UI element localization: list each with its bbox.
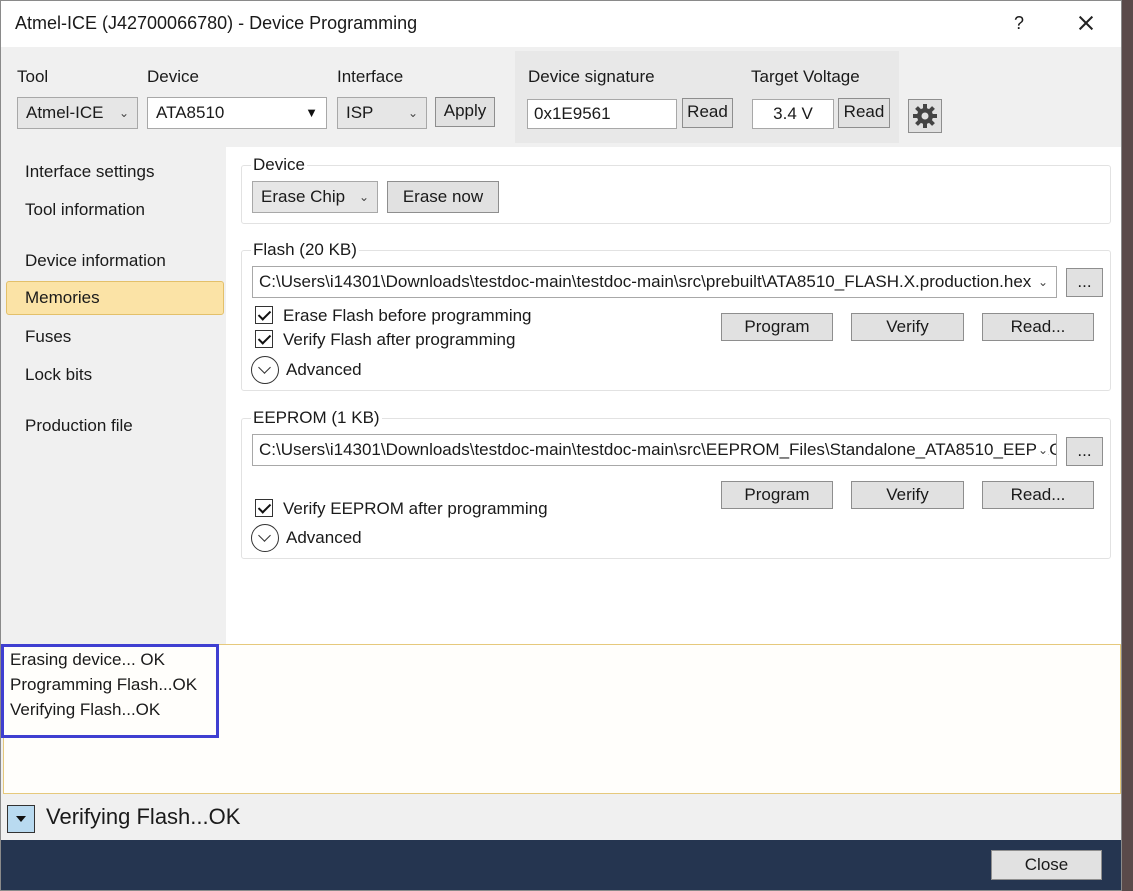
title-bar: Atmel-ICE (J42700066780) - Device Progra… [1, 1, 1121, 47]
chevron-down-icon: ⌄ [1037, 435, 1048, 465]
erase-flash-label: Erase Flash before programming [283, 306, 532, 325]
verify-flash-checkbox[interactable] [255, 330, 273, 348]
signature-panel [515, 51, 899, 143]
chevron-down-icon: ⌄ [407, 106, 418, 120]
sidebar-item-production-file[interactable]: Production file [25, 416, 133, 436]
log-highlight-box [1, 644, 219, 738]
close-button[interactable]: Close [991, 850, 1102, 880]
device-select[interactable]: ATA8510 ▼ [147, 97, 327, 129]
close-icon[interactable] [1071, 9, 1101, 37]
eeprom-file-path: C:\Users\i14301\Downloads\testdoc-main\t… [259, 440, 1057, 459]
flash-file-select[interactable]: C:\Users\i14301\Downloads\testdoc-main\t… [252, 266, 1057, 298]
flash-file-path: C:\Users\i14301\Downloads\testdoc-main\t… [259, 272, 1032, 291]
status-text: Verifying Flash...OK [46, 804, 241, 829]
device-select-value: ATA8510 [156, 103, 225, 122]
flash-advanced-toggle[interactable]: Advanced [286, 360, 362, 380]
target-voltage-label: Target Voltage [751, 67, 860, 86]
sidebar-item-interface-settings[interactable]: Interface settings [25, 162, 154, 182]
eeprom-program-button[interactable]: Program [721, 481, 833, 509]
gear-icon [913, 104, 937, 128]
eeprom-advanced-toggle[interactable]: Advanced [286, 528, 362, 548]
erase-now-button[interactable]: Erase now [387, 181, 499, 213]
eeprom-read-button[interactable]: Read... [982, 481, 1094, 509]
device-signature-field[interactable]: 0x1E9561 [527, 99, 677, 129]
flash-verify-button[interactable]: Verify [851, 313, 964, 341]
chevron-down-icon: ⌄ [118, 106, 129, 120]
erase-flash-checkbox[interactable] [255, 306, 273, 324]
sidebar-item-tool-information[interactable]: Tool information [25, 200, 145, 220]
verify-eeprom-checkbox[interactable] [255, 499, 273, 517]
target-voltage-field[interactable]: 3.4 V [752, 99, 834, 129]
settings-button[interactable] [908, 99, 942, 133]
sidebar-item-lock-bits[interactable]: Lock bits [25, 365, 92, 385]
interface-select-value: ISP [346, 103, 374, 122]
verify-flash-label: Verify Flash after programming [283, 330, 516, 349]
help-button[interactable]: ? [1005, 9, 1033, 37]
flash-read-button[interactable]: Read... [982, 313, 1094, 341]
flash-group-title: Flash (20 KB) [251, 240, 359, 260]
eeprom-browse-button[interactable]: ... [1066, 437, 1103, 466]
dropdown-arrow-icon: ▼ [305, 105, 318, 120]
chevron-down-circle-icon[interactable] [251, 524, 279, 552]
sidebar-item-fuses[interactable]: Fuses [25, 327, 71, 347]
eeprom-group-title: EEPROM (1 KB) [251, 408, 382, 428]
footer-bar: Close [1, 840, 1121, 890]
sidebar: Interface settings Tool information Devi… [1, 147, 226, 644]
device-signature-label: Device signature [528, 67, 655, 86]
erase-mode-select[interactable]: Erase Chip ⌄ [252, 181, 378, 213]
status-row: Verifying Flash...OK [1, 796, 1121, 840]
eeprom-file-select[interactable]: C:\Users\i14301\Downloads\testdoc-main\t… [252, 434, 1057, 466]
chevron-down-icon: ⌄ [1037, 267, 1048, 297]
verify-eeprom-label: Verify EEPROM after programming [283, 499, 548, 518]
apply-button[interactable]: Apply [435, 97, 495, 127]
device-label: Device [147, 67, 199, 86]
flash-browse-button[interactable]: ... [1066, 268, 1103, 297]
erase-mode-value: Erase Chip [261, 187, 346, 206]
voltage-read-button[interactable]: Read [838, 98, 890, 128]
interface-label: Interface [337, 67, 404, 86]
expand-arrow-icon[interactable] [7, 805, 35, 833]
sidebar-item-memories[interactable]: Memories [6, 281, 224, 315]
device-group-title: Device [251, 155, 307, 175]
memories-panel: Device Erase Chip ⌄ Erase now Flash (20 … [226, 147, 1121, 644]
sidebar-item-device-information[interactable]: Device information [25, 251, 166, 271]
interface-select[interactable]: ISP ⌄ [337, 97, 427, 129]
device-programming-window: Atmel-ICE (J42700066780) - Device Progra… [0, 0, 1122, 891]
chevron-down-icon: ⌄ [358, 190, 369, 204]
window-title: Atmel-ICE (J42700066780) - Device Progra… [15, 13, 418, 33]
eeprom-verify-button[interactable]: Verify [851, 481, 964, 509]
signature-read-button[interactable]: Read [682, 98, 733, 128]
tool-label: Tool [17, 67, 49, 86]
flash-program-button[interactable]: Program [721, 313, 833, 341]
tool-select-value: Atmel-ICE [26, 103, 104, 122]
tool-select[interactable]: Atmel-ICE ⌄ [17, 97, 138, 129]
chevron-down-circle-icon[interactable] [251, 356, 279, 384]
